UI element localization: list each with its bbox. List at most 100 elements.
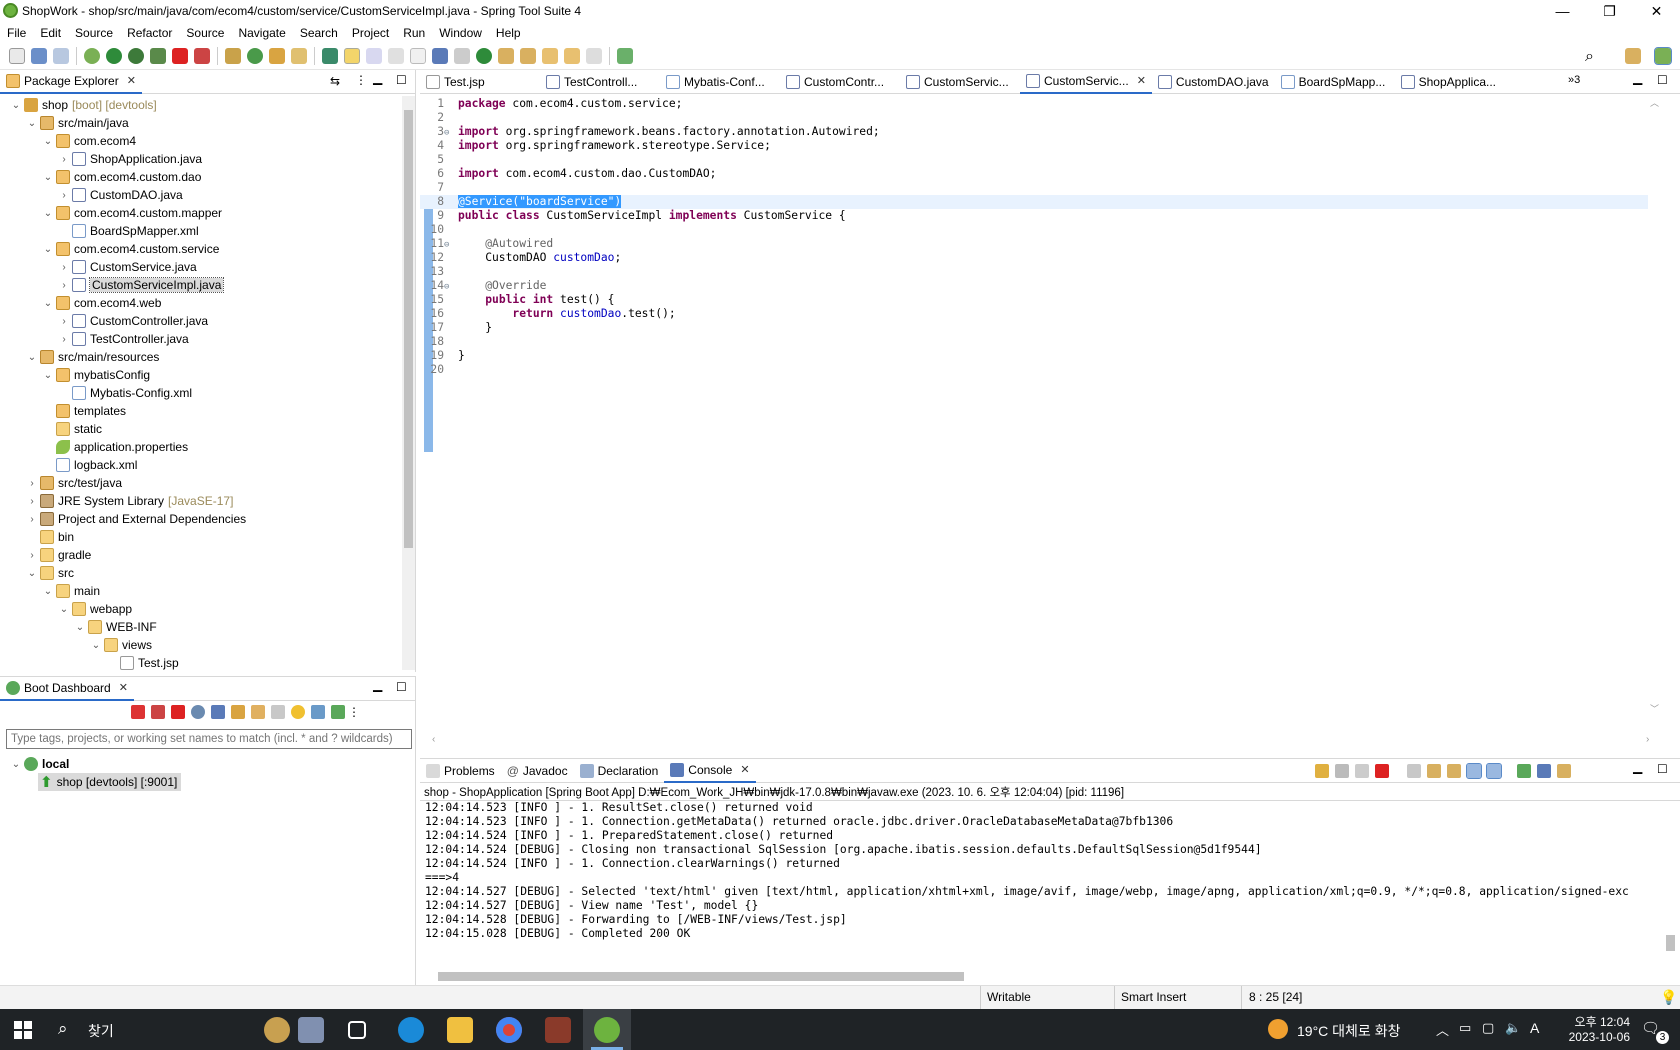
code-line[interactable]: 10 bbox=[420, 223, 1660, 237]
tree-item[interactable]: bin bbox=[0, 528, 400, 546]
taskbar-search-icon[interactable]: ⌕ bbox=[58, 1019, 68, 1039]
toggle-block-icon[interactable] bbox=[366, 48, 382, 64]
chevron-right-icon[interactable]: › bbox=[58, 316, 70, 327]
run-icon[interactable] bbox=[106, 48, 122, 64]
tree-item[interactable]: ⌄ src/main/resources bbox=[0, 348, 400, 366]
open-browser-icon[interactable] bbox=[191, 705, 205, 719]
menu-run[interactable]: Run bbox=[396, 26, 432, 40]
code-line[interactable]: 5 bbox=[420, 153, 1660, 167]
chevron-down-icon[interactable]: ⌄ bbox=[42, 298, 54, 309]
tree-item[interactable]: ⌄ webapp bbox=[0, 600, 400, 618]
run-history-icon[interactable] bbox=[128, 48, 144, 64]
tree-item[interactable]: static bbox=[0, 420, 400, 438]
chevron-right-icon[interactable]: › bbox=[58, 190, 70, 201]
editor-tab[interactable]: ShopApplica... bbox=[1395, 70, 1515, 94]
boot-local-row[interactable]: ⌄ local bbox=[10, 755, 69, 773]
menu-navigate[interactable]: Navigate bbox=[231, 26, 292, 40]
next-annotation-icon[interactable] bbox=[498, 48, 514, 64]
add-icon[interactable] bbox=[331, 705, 345, 719]
remove-all-icon[interactable] bbox=[1355, 764, 1369, 778]
news-widget-icon[interactable] bbox=[264, 1017, 290, 1043]
close-boot-dashboard-icon[interactable]: ✕ bbox=[119, 681, 128, 694]
file-explorer-icon[interactable] bbox=[447, 1017, 473, 1043]
whitespace-icon[interactable] bbox=[410, 48, 426, 64]
new-class-icon[interactable] bbox=[247, 48, 263, 64]
sync-icon[interactable] bbox=[1315, 764, 1329, 778]
maximize-button[interactable]: ❐ bbox=[1587, 0, 1632, 22]
boot-filter-input[interactable] bbox=[6, 729, 412, 749]
code-line[interactable]: 9 public class CustomServiceImpl implemen… bbox=[420, 209, 1660, 223]
menu-search[interactable]: Search bbox=[293, 26, 345, 40]
debug-app-icon[interactable] bbox=[151, 705, 165, 719]
code-line[interactable]: 1 package com.ecom4.custom.service; bbox=[420, 97, 1660, 111]
clock-time[interactable]: 오후 12:04 bbox=[1568, 1013, 1630, 1030]
tab-overflow-button[interactable]: »3 bbox=[1568, 74, 1580, 86]
tab-console[interactable]: Console ✕ bbox=[664, 759, 756, 783]
editor-horizontal-scrollbar[interactable]: ‹ › bbox=[432, 734, 1660, 748]
terminate-icon[interactable] bbox=[1375, 764, 1389, 778]
console-vertical-scrollbar[interactable] bbox=[1663, 801, 1678, 967]
word-wrap-icon[interactable] bbox=[388, 48, 404, 64]
tree-item[interactable]: application.properties bbox=[0, 438, 400, 456]
properties-icon[interactable] bbox=[271, 705, 285, 719]
editor-tab[interactable]: CustomContr... bbox=[780, 70, 900, 94]
menu-file[interactable]: File bbox=[0, 26, 33, 40]
tree-item[interactable]: ⌄ shop [boot] [devtools] bbox=[0, 96, 400, 114]
tree-item[interactable]: ⌄ com.ecom4.custom.service bbox=[0, 240, 400, 258]
editor-tab[interactable]: TestControll... bbox=[540, 70, 660, 94]
console-tool-icon[interactable] bbox=[432, 48, 448, 64]
weather-icon[interactable] bbox=[1268, 1019, 1288, 1039]
network-icon[interactable]: ▭ bbox=[1459, 1020, 1471, 1036]
tree-item[interactable]: Mybatis-Config.xml bbox=[0, 384, 400, 402]
menu-refactor[interactable]: Refactor bbox=[120, 26, 179, 40]
code-line[interactable]: 13 bbox=[420, 265, 1660, 279]
tree-item[interactable]: › CustomDAO.java bbox=[0, 186, 400, 204]
tree-item[interactable]: › src/test/java bbox=[0, 474, 400, 492]
close-editor-tab-icon[interactable]: ✕ bbox=[1137, 74, 1146, 87]
tab-problems[interactable]: Problems bbox=[420, 759, 501, 783]
code-line[interactable]: 11⊖ @Autowired bbox=[420, 237, 1660, 251]
chevron-down-icon[interactable]: ⌄ bbox=[42, 172, 54, 183]
mark-occurrences-icon[interactable] bbox=[344, 48, 360, 64]
start-icon[interactable] bbox=[131, 705, 145, 719]
display-icon[interactable]: ▢ bbox=[1482, 1020, 1494, 1036]
last-edit-icon[interactable] bbox=[542, 48, 558, 64]
fold-toggle-icon[interactable]: ⊖ bbox=[444, 238, 458, 252]
minimize-view-icon[interactable]: ▁ bbox=[373, 71, 382, 85]
collapse-all-icon[interactable] bbox=[308, 75, 322, 89]
filter-icon[interactable] bbox=[311, 705, 325, 719]
menu-help[interactable]: Help bbox=[489, 26, 528, 40]
tab-package-explorer[interactable]: Package Explorer ✕ bbox=[0, 70, 142, 94]
tree-item[interactable]: ⌄ com.ecom4.custom.dao bbox=[0, 168, 400, 186]
spring-perspective-icon[interactable] bbox=[1654, 47, 1672, 65]
word-wrap-console-icon[interactable] bbox=[1447, 764, 1461, 778]
show-on-stdout-icon[interactable] bbox=[1466, 763, 1482, 779]
boot-view-menu-icon[interactable]: ⋮ bbox=[348, 705, 360, 719]
tree-item[interactable]: › CustomServiceImpl.java bbox=[0, 276, 400, 294]
tree-item[interactable]: BoardSpMapper.xml bbox=[0, 222, 400, 240]
minimize-editor-icon[interactable]: ▁ bbox=[1633, 71, 1642, 85]
chevron-right-icon[interactable]: › bbox=[58, 262, 70, 273]
widget-icon[interactable] bbox=[298, 1017, 324, 1043]
editor-tab[interactable]: BoardSpMapp... bbox=[1275, 70, 1395, 94]
chevron-down-icon[interactable]: ⌄ bbox=[26, 118, 38, 129]
code-line[interactable]: 2 bbox=[420, 111, 1660, 125]
editor-tab[interactable]: Mybatis-Conf... bbox=[660, 70, 780, 94]
fold-toggle-icon[interactable]: ⊖ bbox=[444, 126, 458, 140]
code-line[interactable]: 6 import com.ecom4.custom.dao.CustomDAO; bbox=[420, 167, 1660, 181]
close-tab-icon[interactable]: ✕ bbox=[127, 74, 136, 87]
menu-edit[interactable]: Edit bbox=[33, 26, 68, 40]
edit-icon[interactable] bbox=[251, 705, 265, 719]
stop-icon[interactable] bbox=[172, 48, 188, 64]
tree-item[interactable]: › ShopApplication.java bbox=[0, 150, 400, 168]
chevron-down-icon[interactable]: ⌄ bbox=[42, 208, 54, 219]
minimize-button[interactable]: — bbox=[1540, 0, 1585, 22]
code-editor[interactable]: 1 package com.ecom4.custom.service; 2 3⊖ imp… bbox=[420, 97, 1660, 377]
remove-launch-icon[interactable] bbox=[1335, 764, 1349, 778]
new-java-package-icon[interactable] bbox=[225, 48, 241, 64]
chevron-down-icon[interactable]: ⌄ bbox=[90, 640, 102, 651]
prev-annotation-icon[interactable] bbox=[520, 48, 536, 64]
close-window-button[interactable]: ✕ bbox=[1634, 0, 1679, 22]
fold-toggle-icon[interactable]: ⊖ bbox=[444, 280, 458, 294]
sts-taskbar-active[interactable] bbox=[583, 1009, 631, 1050]
